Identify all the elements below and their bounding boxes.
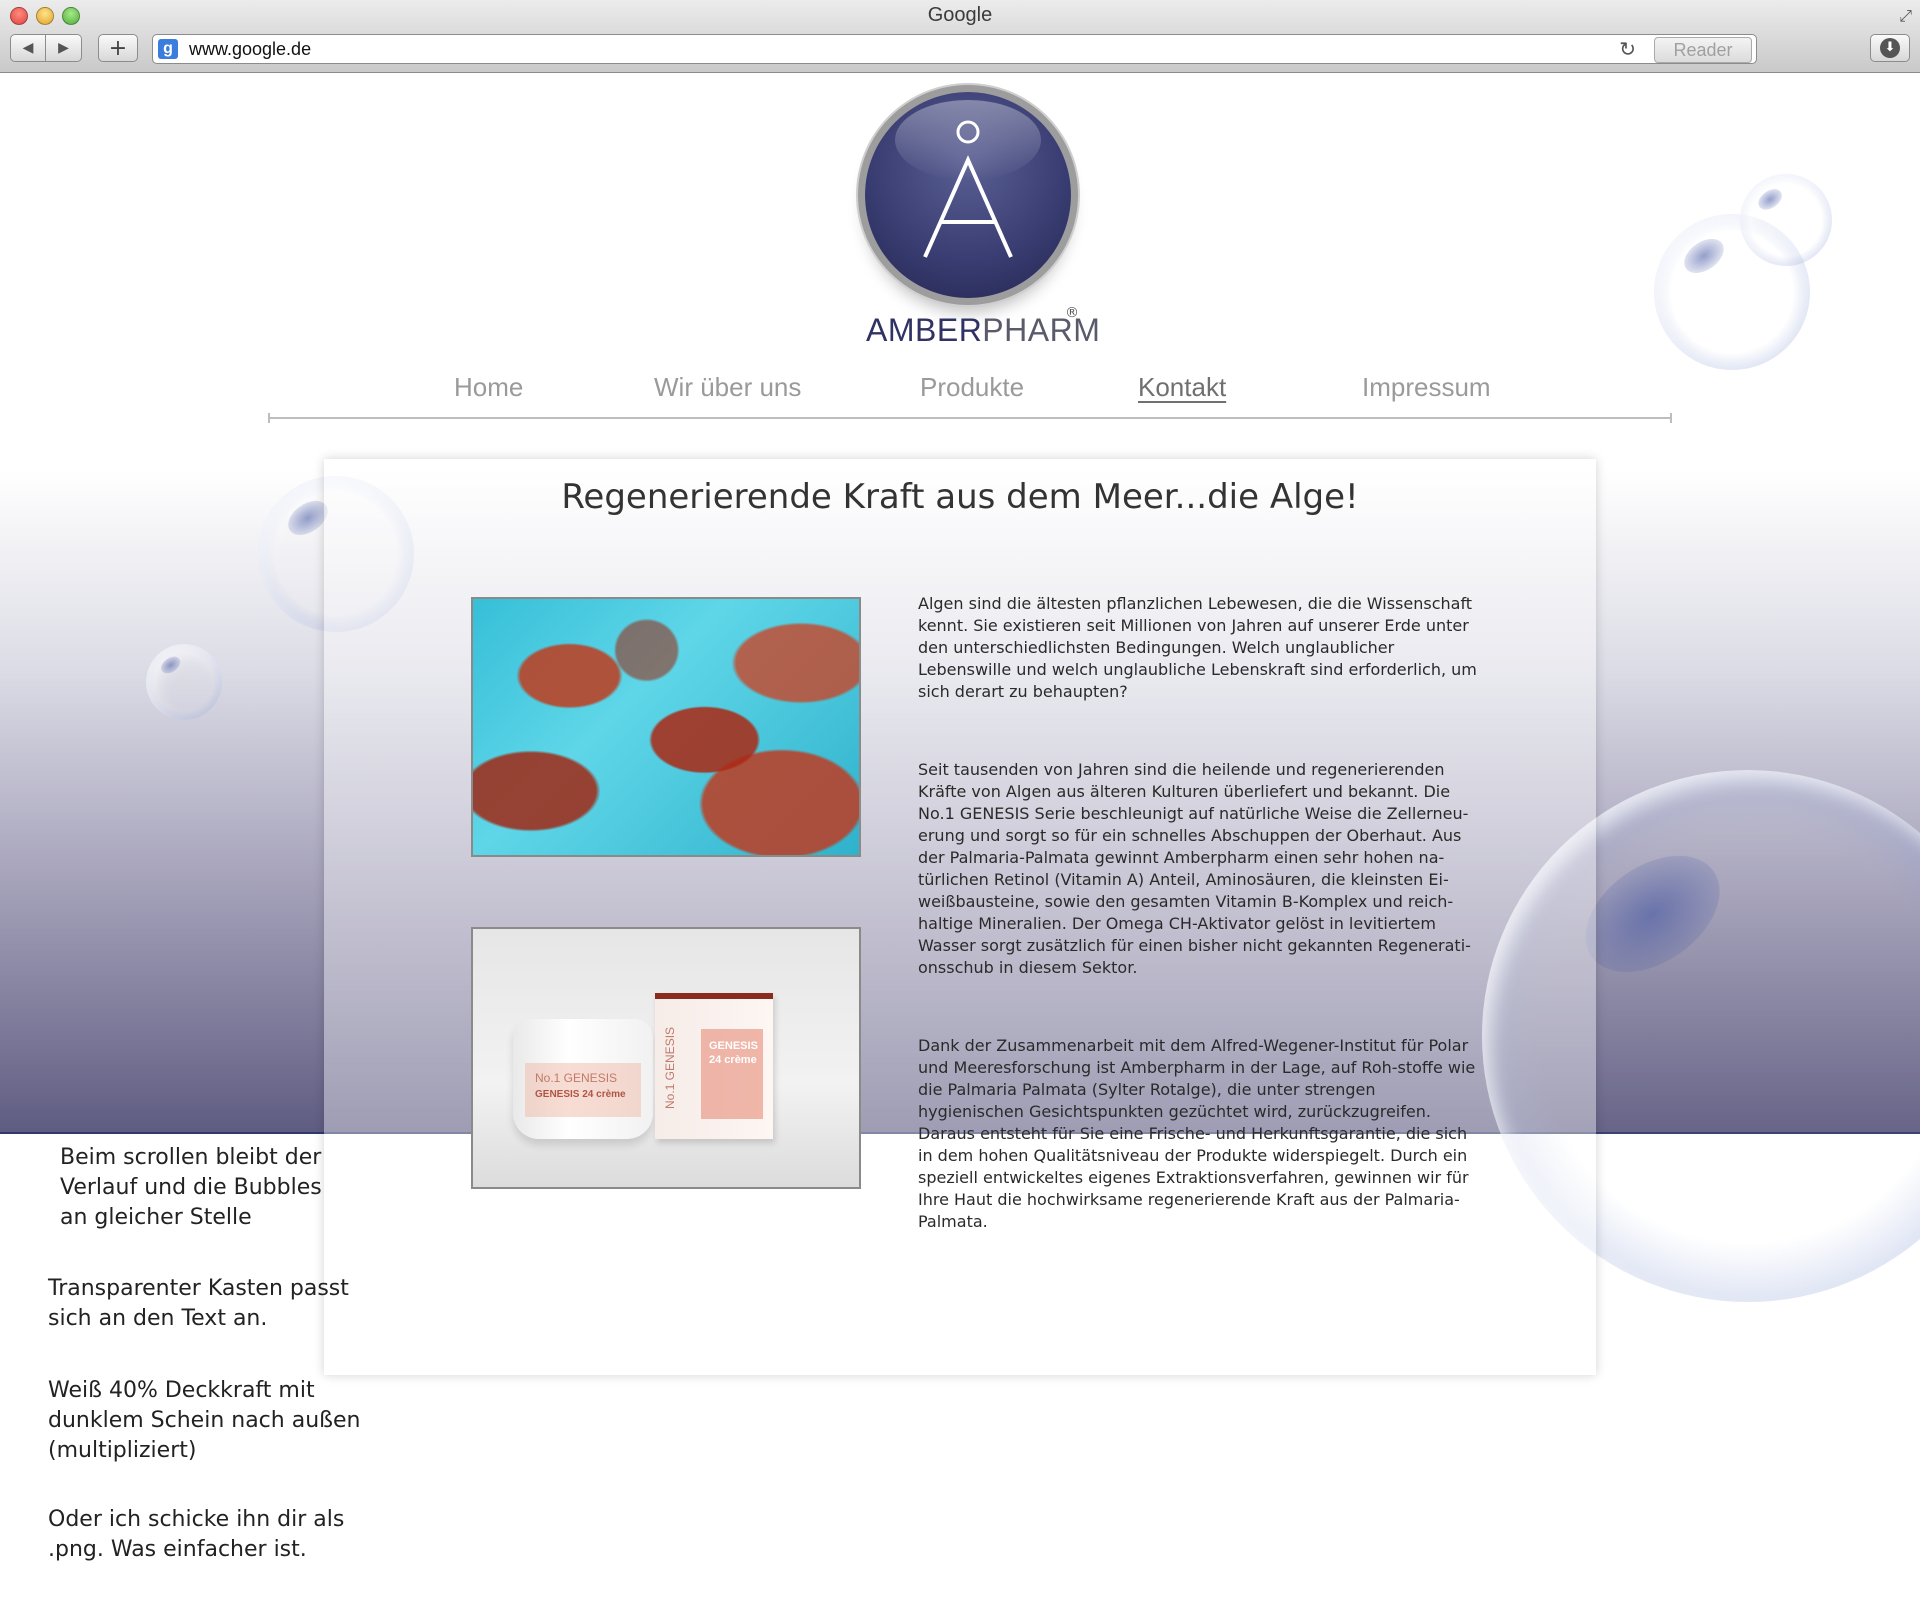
- address-bar[interactable]: g www.google.de ↻ Reader: [152, 34, 1757, 64]
- product-image: No.1 GENESIS GENESIS 24 crème GENESIS 24…: [471, 927, 861, 1189]
- content-box: Regenerierende Kraft aus dem Meer...die …: [324, 459, 1596, 1375]
- box-label-text: GENESIS 24 crème: [709, 1040, 758, 1066]
- nav-kontakt[interactable]: Kontakt: [1138, 372, 1226, 403]
- fullscreen-icon[interactable]: ⤢: [1899, 6, 1912, 26]
- content-title: Regenerierende Kraft aus dem Meer...die …: [561, 477, 1359, 517]
- note-transparent-box: Transparenter Kasten passt sich an den T…: [48, 1276, 349, 1331]
- reader-button[interactable]: Reader: [1654, 37, 1752, 63]
- download-icon: ⬇: [1880, 38, 1900, 58]
- window-title: Google: [927, 4, 993, 26]
- bubble-left-small: [146, 644, 222, 720]
- note-scroll: Beim scrollen bleibt der Verlauf und die…: [60, 1145, 322, 1230]
- paragraph-3: Dank der Zusammenarbeit mit dem Alfred-W…: [918, 1036, 1476, 1231]
- nav-impressum[interactable]: Impressum: [1362, 372, 1491, 403]
- paragraph-1: Algen sind die ältesten pflanzlichen Leb…: [918, 594, 1477, 701]
- paragraph-2: Seit tausenden von Jahren sind die heile…: [918, 760, 1471, 977]
- nav-wir-ueber-uns[interactable]: Wir über uns: [654, 372, 801, 403]
- url-text[interactable]: www.google.de: [189, 39, 311, 60]
- note-png: Oder ich schicke ihn dir als .png. Was e…: [48, 1507, 345, 1562]
- reload-icon[interactable]: ↻: [1619, 37, 1636, 61]
- nav-home[interactable]: Home: [454, 372, 523, 403]
- add-bookmark-button[interactable]: +: [98, 34, 138, 62]
- downloads-button[interactable]: ⬇: [1870, 34, 1910, 62]
- brand-name-part1: AMBER: [866, 312, 983, 348]
- cream-box: GENESIS 24 crème No.1 GENESIS: [655, 993, 773, 1139]
- brand-name-part2: PHARM: [982, 312, 1101, 348]
- algae-image: [471, 597, 861, 857]
- history-buttons: ◀ ▶: [10, 34, 82, 62]
- jar-label-line1: No.1 GENESIS: [535, 1071, 618, 1085]
- box-side-text: No.1 GENESIS: [663, 1026, 677, 1109]
- cream-jar: No.1 GENESIS GENESIS 24 crème: [513, 1019, 653, 1139]
- registered-mark: ®: [1065, 305, 1079, 321]
- logo[interactable]: [865, 92, 1071, 298]
- back-button[interactable]: ◀: [10, 34, 46, 62]
- forward-button[interactable]: ▶: [46, 34, 82, 62]
- logo-emblem: [865, 92, 1071, 298]
- main-navigation: Home Wir über uns Produkte Kontakt Impre…: [0, 372, 1920, 412]
- nav-produkte[interactable]: Produkte: [920, 372, 1024, 403]
- google-favicon-icon: g: [158, 39, 178, 59]
- note-opacity: Weiß 40% Deckkraft mit dunklem Schein na…: [48, 1378, 361, 1463]
- bubble-top-right-small: [1740, 174, 1832, 266]
- jar-label-line2: GENESIS 24 crème: [535, 1089, 626, 1100]
- browser-toolbar: Google ⤢ ◀ ▶ + g www.google.de ↻ Reader …: [0, 0, 1920, 73]
- nav-divider: [268, 413, 1672, 423]
